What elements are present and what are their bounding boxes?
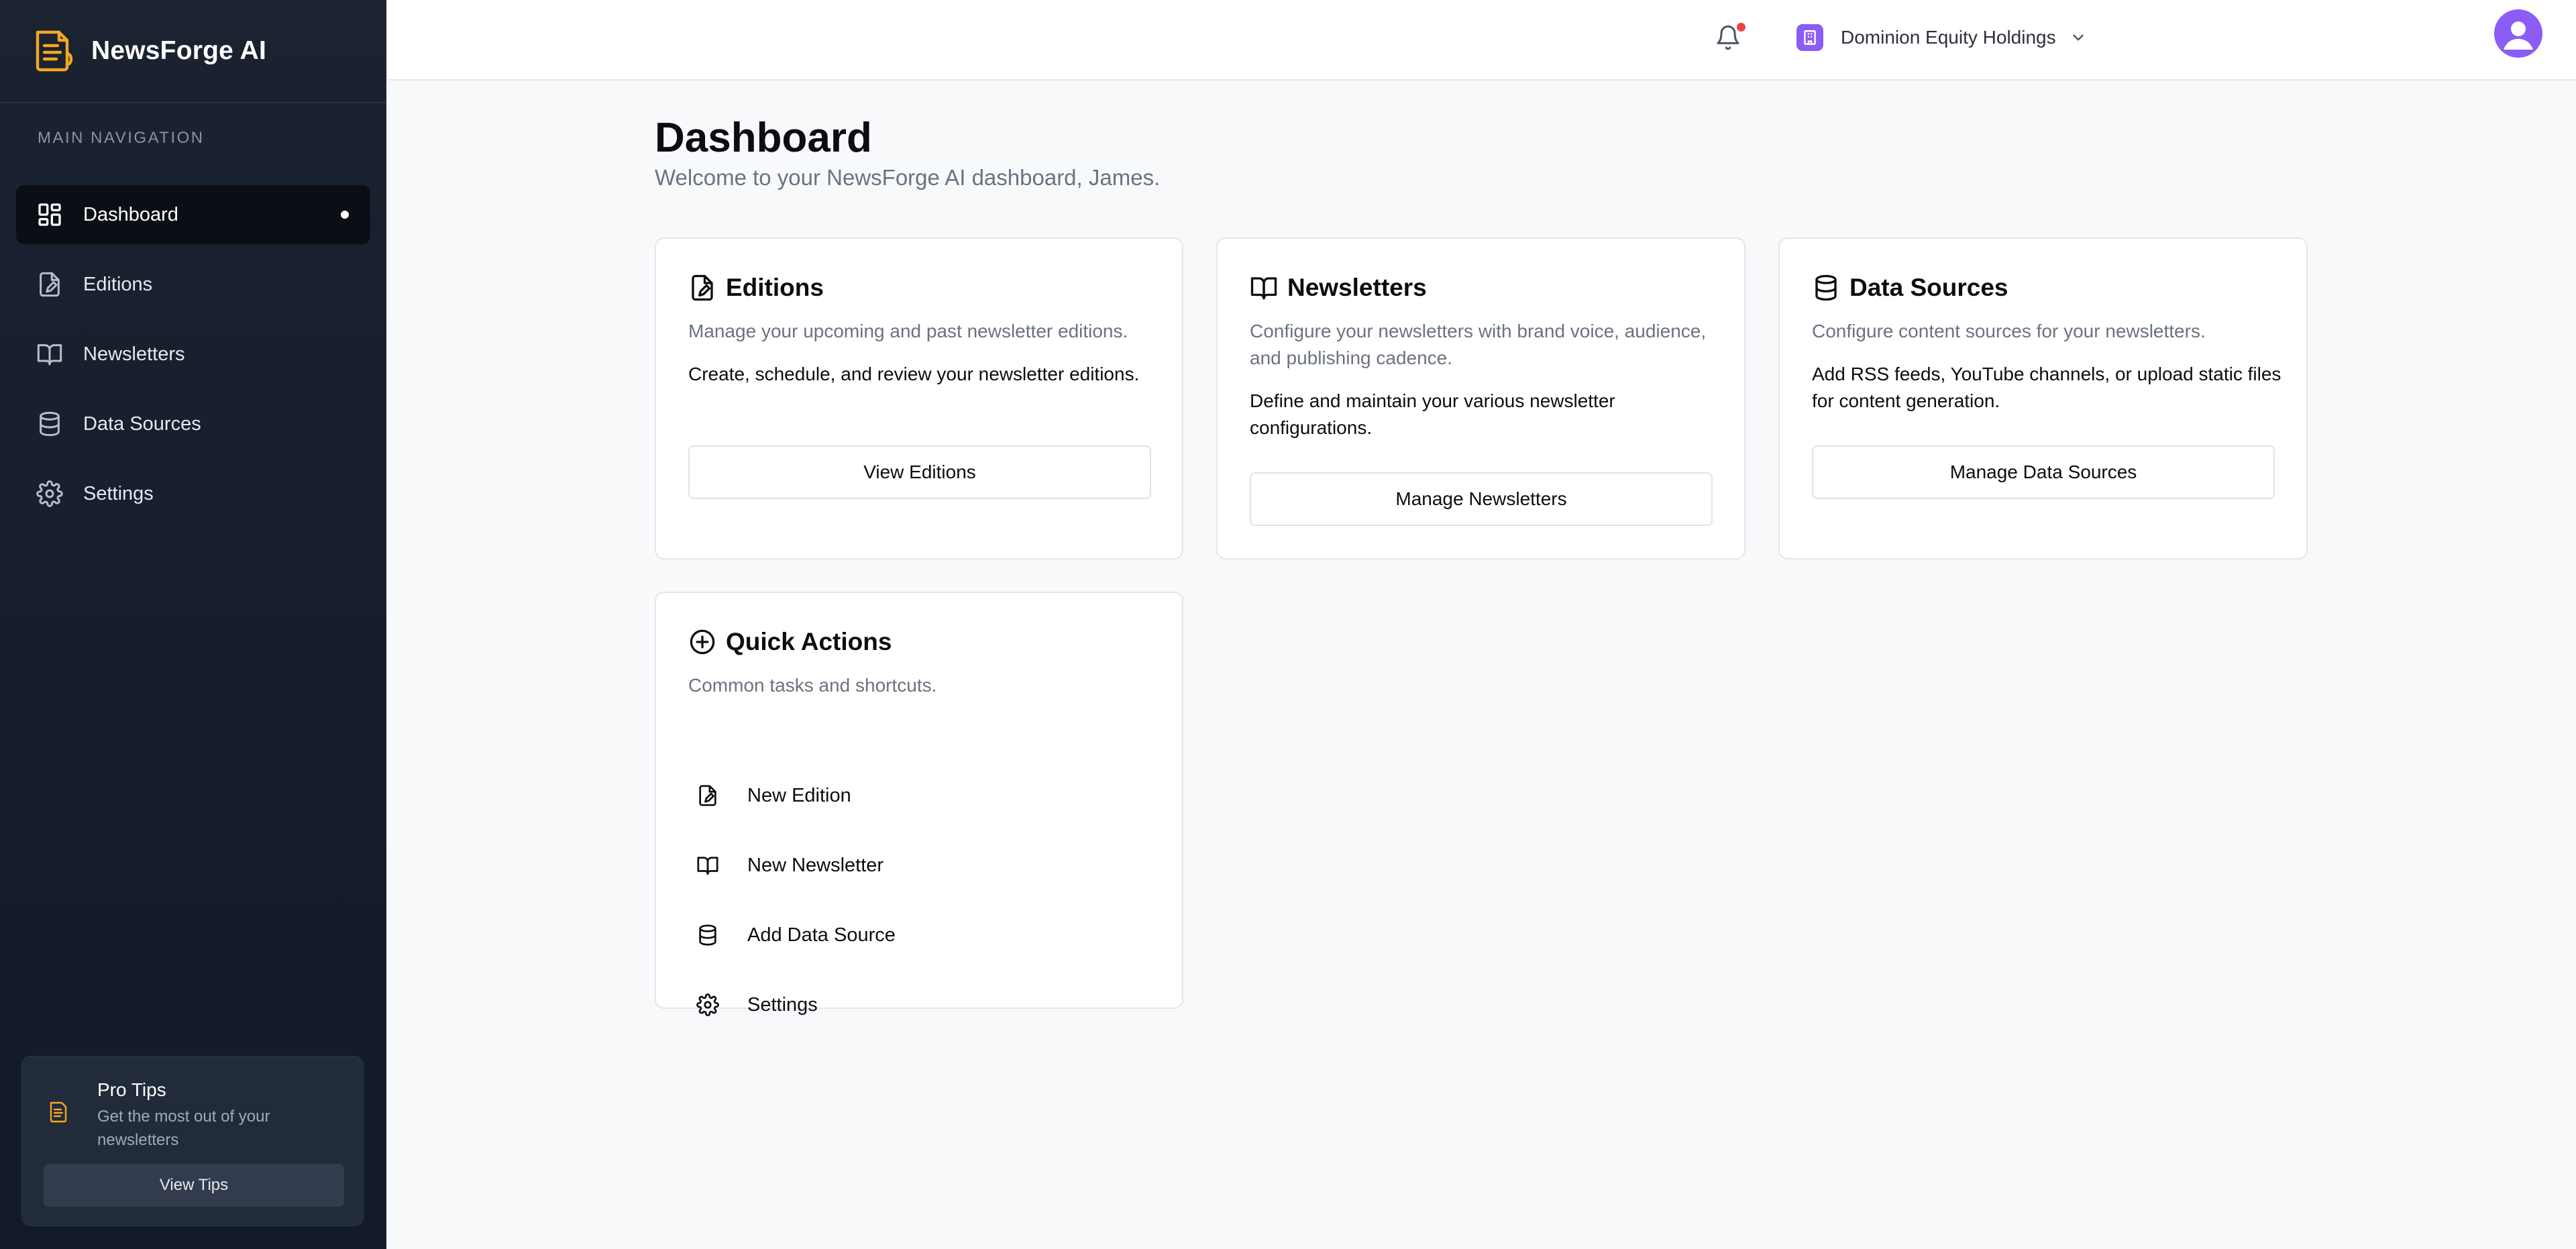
manage-data-sources-button[interactable]: Manage Data Sources (1812, 445, 2275, 499)
newsletters-card: Newsletters Configure your newsletters w… (1216, 237, 1746, 559)
sidebar-item-data-sources[interactable]: Data Sources (16, 394, 370, 453)
main-navigation: Dashboard Editions Newsletters Data Sour… (16, 185, 370, 534)
edition-file-icon (696, 784, 719, 807)
sidebar-item-settings[interactable]: Settings (16, 464, 370, 523)
sidebar-item-label: Dashboard (83, 203, 178, 225)
sidebar-item-editions[interactable]: Editions (16, 255, 370, 314)
page-title: Dashboard (655, 115, 872, 161)
sidebar-item-label: Settings (83, 482, 154, 504)
notification-dot (1737, 23, 1746, 32)
sidebar: NewsForge AI MAIN NAVIGATION Dashboard E… (0, 0, 386, 1249)
page-subtitle: Welcome to your NewsForge AI dashboard, … (655, 165, 1161, 190)
edition-file-icon (36, 271, 63, 298)
nav-heading: MAIN NAVIGATION (38, 129, 205, 147)
quick-action-add-data-source[interactable]: Add Data Source (694, 900, 1150, 970)
sidebar-item-label: Newsletters (83, 343, 185, 365)
newspaper-logo-icon (34, 30, 74, 72)
sidebar-item-newsletters[interactable]: Newsletters (16, 325, 370, 384)
quick-actions-card: Quick Actions Common tasks and shortcuts… (655, 592, 1183, 1016)
card-description: Configure content sources for your newsl… (1812, 321, 2206, 341)
brand[interactable]: NewsForge AI (0, 0, 386, 103)
card-body-text: Define and maintain your various newslet… (1250, 390, 1615, 438)
card-title: Editions (726, 274, 824, 301)
newspaper-tips-icon (49, 1101, 69, 1124)
book-open-icon (696, 854, 719, 877)
quick-actions-list: New Edition New Newsletter Add Data Sour… (694, 761, 1150, 1040)
building-icon (1796, 24, 1823, 51)
quick-action-label: Settings (747, 993, 818, 1016)
sidebar-item-dashboard[interactable]: Dashboard (16, 185, 370, 244)
organization-name: Dominion Equity Holdings (1841, 27, 2056, 48)
quick-action-label: Add Data Source (747, 924, 896, 946)
pro-tips-title: Pro Tips (97, 1079, 166, 1100)
quick-action-new-newsletter[interactable]: New Newsletter (694, 830, 1150, 900)
app-name: NewsForge AI (91, 36, 267, 65)
plus-circle-icon (688, 628, 716, 656)
top-bar (386, 0, 2576, 80)
database-icon (696, 924, 719, 946)
view-editions-button[interactable]: View Editions (688, 445, 1151, 499)
card-body-text: Create, schedule, and review your newsle… (688, 364, 1140, 384)
database-icon (36, 411, 63, 437)
database-icon (1812, 274, 1840, 302)
card-body-text: Add RSS feeds, YouTube channels, or uplo… (1812, 364, 2282, 411)
dashboard-icon (36, 201, 63, 228)
card-description: Configure your newsletters with brand vo… (1250, 321, 1707, 368)
quick-action-label: New Newsletter (747, 854, 884, 876)
data-sources-card: Data Sources Configure content sources f… (1778, 237, 2308, 559)
active-indicator-dot (341, 211, 349, 219)
quick-action-label: New Edition (747, 784, 851, 806)
gear-icon (696, 993, 719, 1016)
pro-tips-panel: Pro Tips Get the most out of your newsle… (21, 1056, 364, 1226)
card-title: Data Sources (1849, 274, 2008, 301)
card-description: Manage your upcoming and past newsletter… (688, 321, 1128, 341)
gear-icon (36, 480, 63, 507)
user-avatar[interactable] (2494, 9, 2542, 58)
card-title: Quick Actions (726, 628, 892, 655)
pro-tips-subtitle: Get the most out of your newsletters (97, 1107, 270, 1149)
sidebar-item-label: Data Sources (83, 413, 201, 435)
editions-card: Editions Manage your upcoming and past n… (655, 237, 1183, 559)
chevron-down-icon (2070, 29, 2087, 46)
card-title: Newsletters (1287, 274, 1427, 301)
book-open-icon (1250, 274, 1278, 302)
book-open-icon (36, 341, 63, 368)
sidebar-item-label: Editions (83, 273, 153, 295)
edition-file-icon (688, 274, 716, 302)
manage-newsletters-button[interactable]: Manage Newsletters (1250, 472, 1713, 526)
quick-action-new-edition[interactable]: New Edition (694, 761, 1150, 830)
card-description: Common tasks and shortcuts. (688, 675, 937, 696)
organization-switcher[interactable]: Dominion Equity Holdings (1796, 19, 2087, 56)
view-tips-button[interactable]: View Tips (44, 1164, 344, 1207)
quick-action-settings[interactable]: Settings (694, 970, 1150, 1040)
